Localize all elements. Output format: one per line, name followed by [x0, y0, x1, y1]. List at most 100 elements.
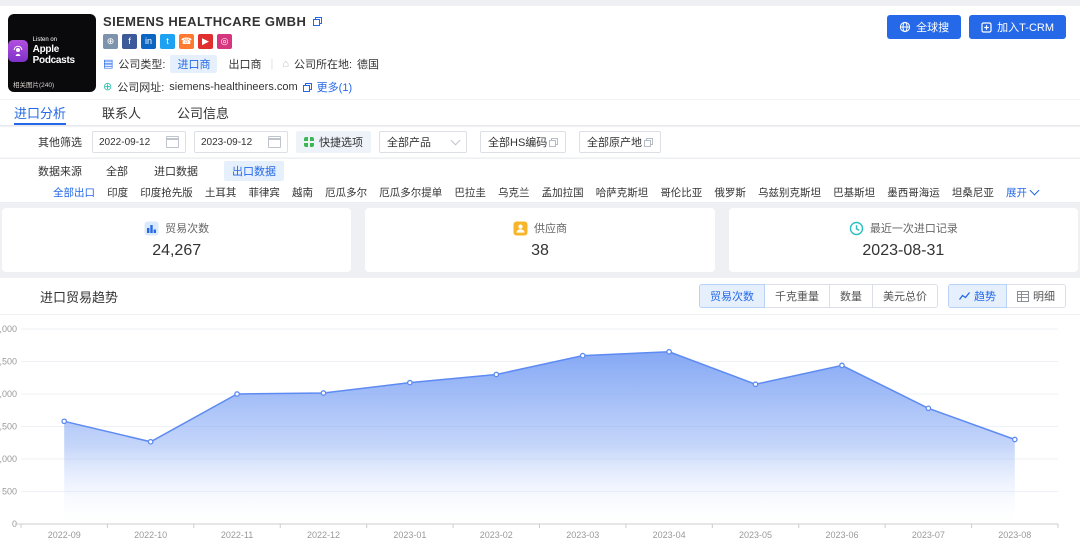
company-type-label: 公司类型:	[118, 56, 165, 72]
company-logo[interactable]: Listen on Apple Podcasts 相关图片(240)	[8, 14, 96, 92]
global-search-button[interactable]: 全球搜	[887, 15, 961, 39]
date-from-value: 2022-09-12	[99, 137, 150, 148]
chart-header: 进口贸易趋势 贸易次数千克重量数量美元总价 趋势明细	[0, 278, 1080, 315]
website-icon[interactable]: ⊕	[103, 34, 118, 49]
svg-text:2023-06: 2023-06	[825, 530, 858, 540]
svg-text:2,000: 2,000	[0, 389, 17, 399]
calendar-icon	[166, 136, 179, 148]
country-tab[interactable]: 巴拉圭	[454, 185, 486, 200]
metric-tab-贸易次数[interactable]: 贸易次数	[699, 284, 765, 308]
more-link[interactable]: 更多(1)	[317, 79, 352, 95]
website-row: ⊕ 公司网址: siemens-healthineers.com 更多(1)	[103, 79, 663, 95]
country-tab[interactable]: 越南	[292, 185, 313, 200]
country-tab[interactable]: 哈萨克斯坦	[596, 185, 649, 200]
country-tab[interactable]: 乌兹别克斯坦	[758, 185, 821, 200]
metric-tab-美元总价[interactable]: 美元总价	[872, 284, 938, 308]
exporter-label[interactable]: 出口商	[228, 56, 261, 72]
website-value[interactable]: siemens-healthineers.com	[169, 81, 297, 93]
trend-chart-card: 进口贸易趋势 贸易次数千克重量数量美元总价 趋势明细 05001,0001,50…	[0, 278, 1080, 543]
company-type-row: ▤ 公司类型: 进口商 出口商 | ⌂ 公司所在地: 德国	[103, 55, 663, 73]
company-header-card: Listen on Apple Podcasts 相关图片(240) SIEME…	[0, 6, 1080, 99]
view-tab-明细[interactable]: 明细	[1006, 284, 1066, 308]
table-icon	[1017, 291, 1029, 302]
nav-tabs: 进口分析 联系人 公司信息	[0, 99, 1080, 126]
view-tab-label: 趋势	[974, 288, 996, 304]
twitter-icon[interactable]: t	[160, 34, 175, 49]
country-tab[interactable]: 菲律宾	[248, 185, 280, 200]
svg-text:1,000: 1,000	[0, 454, 17, 464]
country-tab[interactable]: 墨西哥海运	[887, 185, 940, 200]
country-tab[interactable]: 厄瓜多尔	[325, 185, 367, 200]
tab-联系人[interactable]: 联系人	[102, 100, 141, 125]
tab-进口分析[interactable]: 进口分析	[14, 100, 66, 125]
list-icon	[549, 138, 558, 147]
stat-label: 贸易次数	[165, 220, 209, 236]
country-tab[interactable]: 印度	[107, 185, 128, 200]
filter-row: 其他筛选 2022-09-12 2023-09-12 快捷选项 全部产品 全部H…	[0, 127, 1080, 158]
country-tab[interactable]: 厄瓜多尔提单	[379, 185, 442, 200]
svg-text:2022-12: 2022-12	[307, 530, 340, 540]
chevron-down-icon	[451, 135, 461, 145]
hs-code-value: 全部HS编码	[488, 134, 547, 150]
stat-label: 最近一次进口记录	[870, 220, 958, 236]
facebook-icon[interactable]: f	[122, 34, 137, 49]
metric-tab-数量[interactable]: 数量	[829, 284, 873, 308]
country-tab[interactable]: 全部出口	[53, 185, 95, 200]
add-tcrm-button[interactable]: 加入T-CRM	[969, 15, 1066, 39]
stat-card-trade: 贸易次数24,267	[2, 208, 351, 272]
country-tab[interactable]: 坦桑尼亚	[952, 185, 994, 200]
country-tab[interactable]: 土耳其	[205, 185, 237, 200]
view-tab-label: 明细	[1033, 288, 1055, 304]
source-option[interactable]: 进口数据	[154, 163, 198, 179]
quick-options-button[interactable]: 快捷选项	[296, 131, 371, 153]
date-from-input[interactable]: 2022-09-12	[92, 131, 186, 153]
svg-text:2022-10: 2022-10	[134, 530, 167, 540]
country-tabs-row: 全部出口印度印度抢先版土耳其菲律宾越南厄瓜多尔厄瓜多尔提单巴拉圭乌克兰孟加拉国哈…	[0, 182, 1080, 203]
trend-area-chart[interactable]: 05001,0001,5002,0002,5003,0002022-092022…	[0, 318, 1080, 543]
stat-card-supplier: 供应商38	[365, 208, 714, 272]
bar-chart-icon	[144, 221, 159, 236]
location-label: 公司所在地:	[294, 56, 352, 72]
importer-chip[interactable]: 进口商	[170, 55, 217, 73]
expand-link[interactable]: 展开	[1006, 185, 1038, 200]
country-tab[interactable]: 哥伦比亚	[660, 185, 702, 200]
company-name: SIEMENS HEALTHCARE GMBH	[103, 14, 306, 29]
metric-tab-group: 贸易次数千克重量数量美元总价	[699, 284, 938, 308]
source-option[interactable]: 出口数据	[224, 161, 284, 181]
copy-website-icon[interactable]	[303, 83, 312, 92]
location-icon: ⌂	[282, 59, 289, 70]
instagram-icon[interactable]: ◎	[217, 34, 232, 49]
phone-icon[interactable]: ☎	[179, 34, 194, 49]
date-to-value: 2023-09-12	[201, 137, 252, 148]
source-option[interactable]: 全部	[106, 163, 128, 179]
global-search-label: 全球搜	[916, 19, 949, 35]
youtube-icon[interactable]: ▶	[198, 34, 213, 49]
hs-code-select[interactable]: 全部HS编码	[480, 131, 566, 153]
view-tab-group: 趋势 明细	[948, 284, 1066, 308]
view-tab-趋势[interactable]: 趋势	[948, 284, 1007, 308]
copy-company-name-icon[interactable]	[313, 17, 322, 26]
product-select[interactable]: 全部产品	[379, 131, 467, 153]
linkedin-icon[interactable]: in	[141, 34, 156, 49]
svg-text:2,500: 2,500	[0, 357, 17, 367]
country-tab[interactable]: 巴基斯坦	[833, 185, 875, 200]
date-to-input[interactable]: 2023-09-12	[194, 131, 288, 153]
supplier-icon	[513, 221, 528, 236]
trend-line-icon	[959, 291, 970, 301]
quick-options-icon	[304, 137, 314, 147]
country-tab[interactable]: 孟加拉国	[542, 185, 584, 200]
quick-options-label: 快捷选项	[319, 134, 363, 150]
country-tab[interactable]: 俄罗斯	[714, 185, 746, 200]
tab-公司信息[interactable]: 公司信息	[177, 100, 229, 125]
stat-value: 2023-08-31	[862, 242, 944, 260]
country-tab[interactable]: 乌克兰	[498, 185, 530, 200]
country-tab[interactable]: 印度抢先版	[140, 185, 193, 200]
apple-podcasts-icon	[8, 40, 28, 62]
svg-text:2023-04: 2023-04	[653, 530, 686, 540]
location-value: 德国	[357, 56, 379, 72]
product-select-value: 全部产品	[387, 134, 431, 150]
stat-card-clock: 最近一次进口记录 2023-08-31	[729, 208, 1078, 272]
metric-tab-千克重量[interactable]: 千克重量	[764, 284, 830, 308]
stats-row: 贸易次数24,267供应商38 最近一次进口记录 2023-08-31	[2, 208, 1078, 272]
origin-select[interactable]: 全部原产地	[579, 131, 661, 153]
